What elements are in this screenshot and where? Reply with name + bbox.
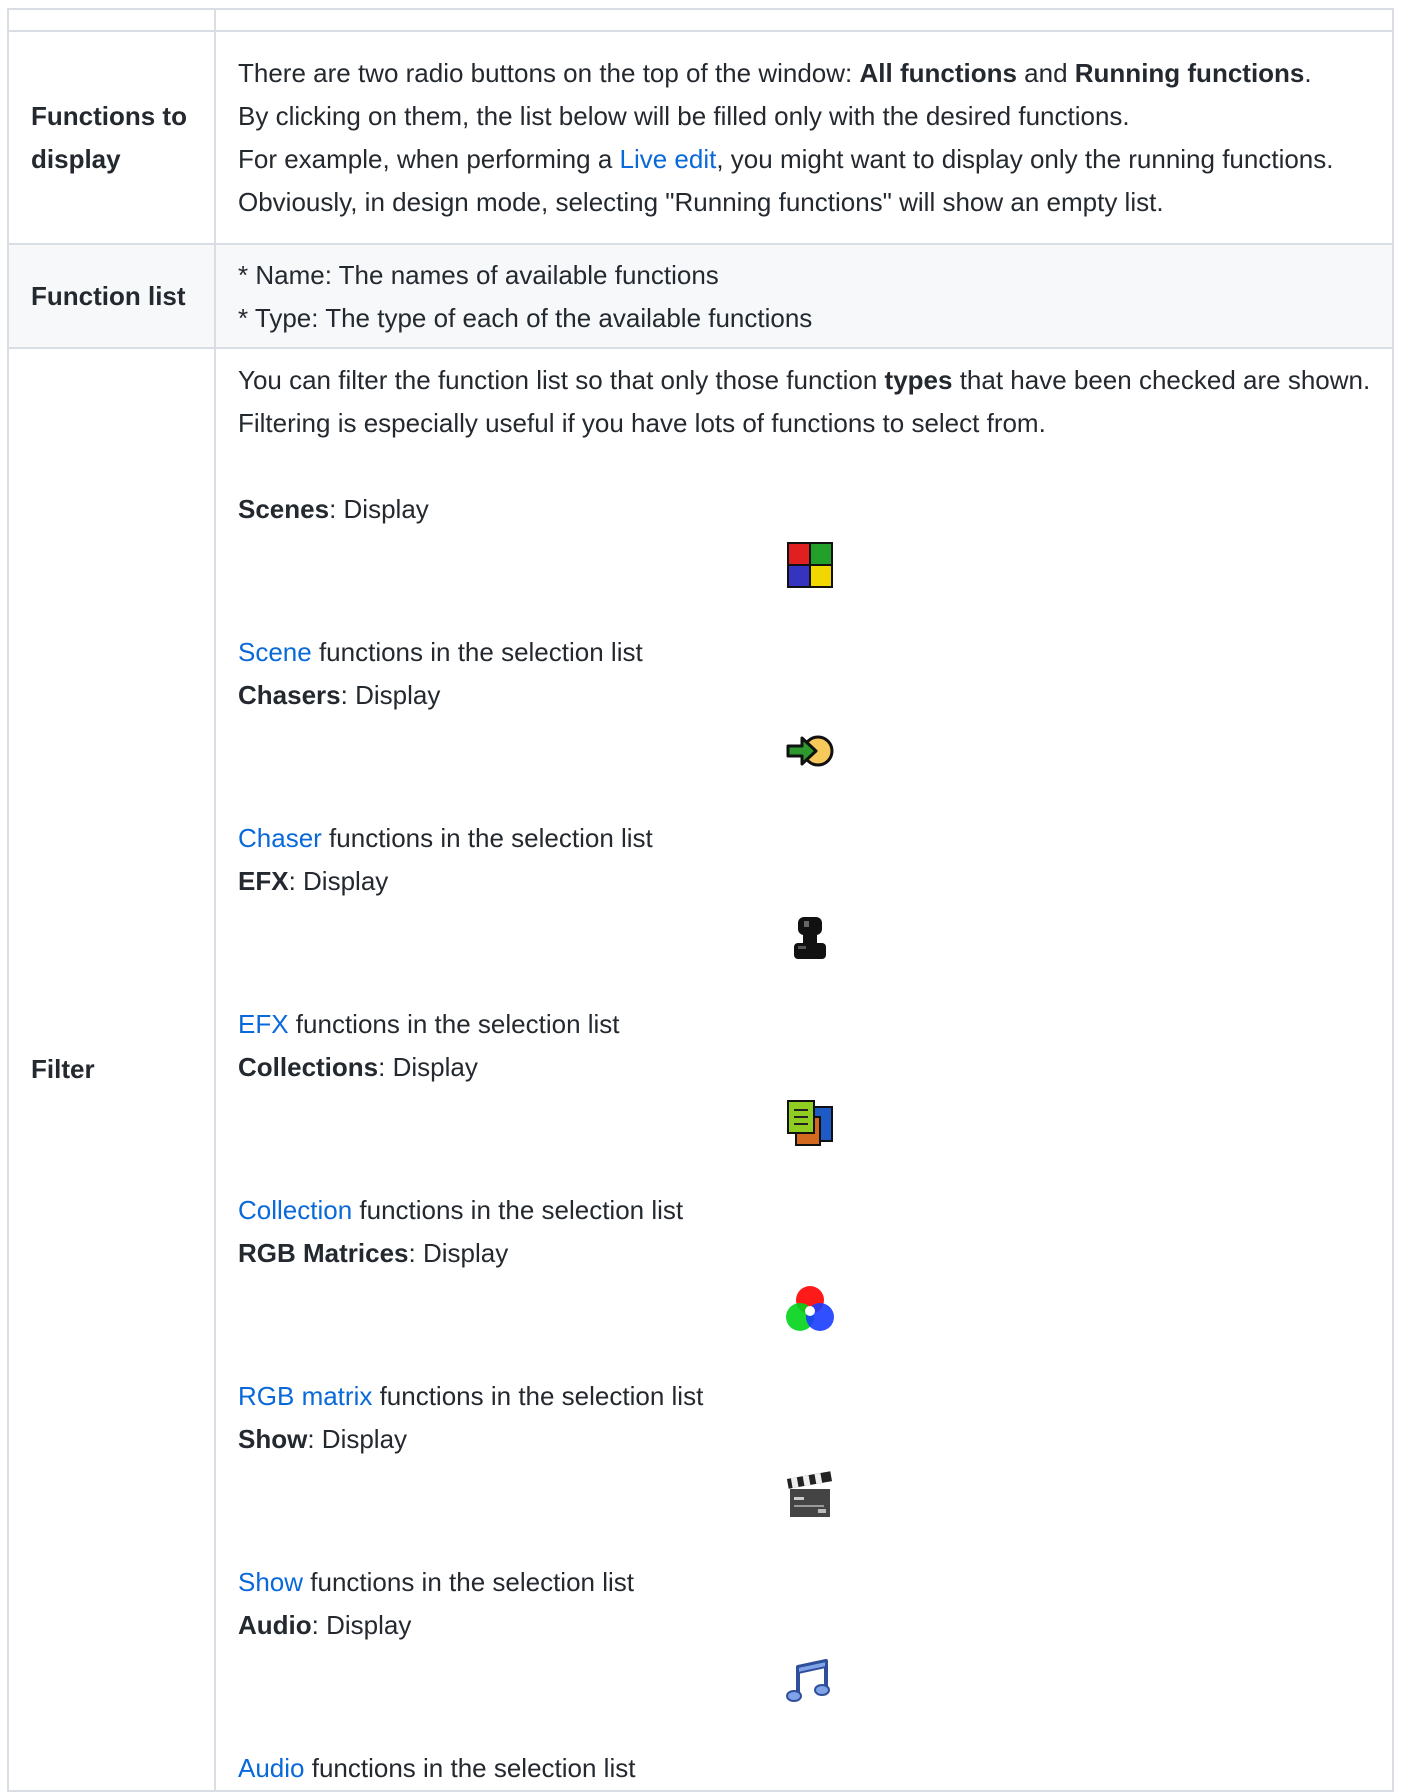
collection-icon — [784, 1097, 836, 1149]
text: There are two radio buttons on the top o… — [238, 58, 860, 88]
row-header: Function list — [7, 243, 216, 349]
filter-label-line: Scenes: Display — [238, 488, 1374, 531]
row-header: Functions to display — [7, 30, 216, 245]
text: . — [1304, 58, 1312, 88]
bold-text: types — [884, 365, 953, 395]
text: : Display — [378, 1052, 478, 1082]
filter-label-line: Show: Display — [238, 1418, 1374, 1461]
text: functions in the selection list — [304, 1753, 636, 1783]
scene-icon — [784, 539, 836, 591]
filter-item-efx: EFX: Display EFX functions in the select… — [238, 860, 1374, 1046]
empty-header-cell — [7, 8, 216, 32]
filter-desc-line: Show functions in the selection list — [238, 1561, 1374, 1604]
row-function-list: Function list * Name: The names of avail… — [7, 243, 1394, 349]
text: functions in the selection list — [352, 1195, 684, 1225]
icon-line — [238, 1089, 1374, 1189]
efx-icon — [784, 911, 836, 963]
show-icon — [784, 1469, 836, 1521]
text: : Display — [408, 1238, 509, 1268]
text: functions in the selection list — [311, 637, 643, 667]
description-line: Obviously, in design mode, selecting "Ru… — [238, 187, 1164, 217]
icon-line — [238, 1461, 1374, 1561]
filter-item-rgb-matrices: RGB Matrices: Display RGB matrix functio… — [238, 1232, 1374, 1418]
text: and — [1016, 58, 1075, 88]
text: You can filter the function list so that… — [238, 365, 885, 395]
text: : Display — [311, 1610, 412, 1640]
filter-label-line: Audio: Display — [238, 1604, 1374, 1647]
scene-link[interactable]: Scene — [238, 637, 312, 667]
filter-type-label: Chasers — [238, 680, 341, 710]
efx-link[interactable]: EFX — [238, 1009, 289, 1039]
text: : Display — [307, 1424, 408, 1454]
icon-line — [238, 531, 1374, 631]
filter-desc-line: EFX functions in the selection list — [238, 1003, 1374, 1046]
text: : Display — [288, 866, 389, 896]
function-selection-doc-table: Functions to display There are two radio… — [7, 8, 1394, 1792]
filter-type-label: Scenes — [238, 494, 330, 524]
show-link[interactable]: Show — [238, 1567, 303, 1597]
filter-type-label: Audio — [238, 1610, 312, 1640]
filter-type-label: RGB Matrices — [238, 1238, 409, 1268]
audio-link[interactable]: Audio — [238, 1753, 305, 1783]
description-line: For example, when performing a Live edit… — [238, 138, 1374, 181]
live-edit-link[interactable]: Live edit — [620, 144, 717, 174]
filter-label-line: Chasers: Display — [238, 674, 1374, 717]
row-description: * Name: The names of available functions… — [214, 243, 1394, 349]
filter-type-label: Collections — [238, 1052, 379, 1082]
filter-label-line: RGB Matrices: Display — [238, 1232, 1374, 1275]
list-item: * Type: The type of each of the availabl… — [238, 303, 813, 333]
row-header: Filter — [7, 347, 216, 1792]
list-item: * Name: The names of available functions — [238, 260, 719, 290]
collection-link[interactable]: Collection — [238, 1195, 352, 1225]
text: : Display — [329, 494, 429, 524]
text: functions in the selection list — [303, 1567, 635, 1597]
row-functions-to-display: Functions to display There are two radio… — [7, 30, 1394, 245]
filter-item-chasers: Chasers: Display Chaser functions in the… — [238, 674, 1374, 860]
description-line: By clicking on them, the list below will… — [238, 101, 1130, 131]
filter-label-line: EFX: Display — [238, 860, 1374, 903]
chaser-link[interactable]: Chaser — [238, 823, 322, 853]
rgb-matrix-link[interactable]: RGB matrix — [238, 1381, 372, 1411]
rgb-matrix-icon — [784, 1283, 836, 1335]
filter-type-label: Show — [238, 1424, 308, 1454]
row-description: There are two radio buttons on the top o… — [214, 30, 1394, 245]
bold-text: All functions — [859, 58, 1017, 88]
filter-desc-line: Audio functions in the selection list — [238, 1747, 1374, 1790]
chaser-icon — [784, 725, 836, 777]
text: , you might want to display only the run… — [716, 144, 1334, 174]
empty-header-cell — [214, 8, 1394, 32]
row-filter: Filter You can filter the function list … — [7, 347, 1394, 1792]
bold-text: Running functions — [1074, 58, 1305, 88]
filter-item-audio: Audio: Display Audio functions in the se… — [238, 1604, 1374, 1790]
filter-item-scenes: Scenes: Display Scene functions in the s… — [238, 488, 1374, 674]
filter-label-line: Collections: Display — [238, 1046, 1374, 1089]
filter-desc-line: Scene functions in the selection list — [238, 631, 1374, 674]
audio-icon — [784, 1655, 836, 1707]
row-description: You can filter the function list so that… — [214, 347, 1394, 1792]
text: : Display — [340, 680, 441, 710]
text: functions in the selection list — [288, 1009, 620, 1039]
filter-desc-line: RGB matrix functions in the selection li… — [238, 1375, 1374, 1418]
filter-item-show: Show: Display Show functions in the sele… — [238, 1418, 1374, 1604]
filter-desc-line: Chaser functions in the selection list — [238, 817, 1374, 860]
filter-intro: You can filter the function list so that… — [238, 359, 1374, 445]
icon-line — [238, 903, 1374, 1003]
description-line: There are two radio buttons on the top o… — [238, 52, 1374, 95]
empty-header-row — [7, 8, 1394, 32]
text: For example, when performing a — [238, 144, 620, 174]
text: functions in the selection list — [372, 1381, 704, 1411]
filter-type-label: EFX — [238, 866, 289, 896]
icon-line — [238, 1275, 1374, 1375]
filter-desc-line: Collection functions in the selection li… — [238, 1189, 1374, 1232]
filter-item-collections: Collections: Display Collection function… — [238, 1046, 1374, 1232]
text: functions in the selection list — [321, 823, 653, 853]
icon-line — [238, 1647, 1374, 1747]
icon-line — [238, 717, 1374, 817]
